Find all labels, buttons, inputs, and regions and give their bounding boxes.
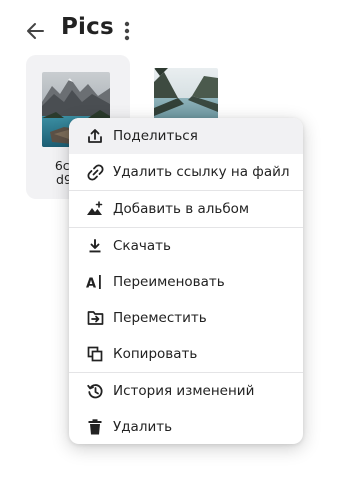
copy-icon bbox=[86, 345, 104, 363]
trash-icon bbox=[86, 418, 104, 436]
menu-item-history[interactable]: История изменений bbox=[69, 373, 303, 409]
menu-item-label: Удалить ссылку на файл bbox=[113, 164, 290, 180]
menu-item-add-to-album[interactable]: Добавить в альбом bbox=[69, 191, 303, 227]
more-button[interactable] bbox=[116, 18, 138, 44]
menu-item-label: Добавить в альбом bbox=[113, 201, 250, 217]
menu-item-label: История изменений bbox=[113, 383, 255, 399]
menu-item-share[interactable]: Поделиться bbox=[69, 118, 303, 154]
menu-item-label: Поделиться bbox=[113, 128, 198, 144]
share-icon bbox=[86, 127, 104, 145]
unlink-icon bbox=[86, 163, 104, 181]
menu-item-label: Скачать bbox=[113, 238, 171, 254]
add-to-album-icon bbox=[86, 200, 104, 218]
menu-item-download[interactable]: Скачать bbox=[69, 228, 303, 264]
rename-icon: A bbox=[86, 273, 104, 291]
menu-item-rename[interactable]: A Переименовать bbox=[69, 264, 303, 300]
svg-text:A: A bbox=[86, 277, 96, 291]
back-button[interactable] bbox=[22, 18, 48, 44]
header: Pics bbox=[0, 0, 354, 60]
menu-item-copy[interactable]: Копировать bbox=[69, 336, 303, 372]
menu-item-remove-link[interactable]: Удалить ссылку на файл bbox=[69, 154, 303, 190]
menu-item-label: Удалить bbox=[113, 419, 173, 435]
page-title: Pics bbox=[61, 14, 114, 40]
context-menu: Поделиться Удалить ссылку на файл Добави… bbox=[69, 118, 303, 444]
arrow-left-icon bbox=[27, 23, 44, 39]
page: Pics Поделиться Удалить ссылку на файл Д… bbox=[0, 0, 354, 481]
menu-item-label: Переименовать bbox=[113, 274, 225, 290]
menu-item-label: Переместить bbox=[113, 310, 207, 326]
move-icon bbox=[86, 309, 104, 327]
history-icon bbox=[86, 382, 104, 400]
menu-item-delete[interactable]: Удалить bbox=[69, 409, 303, 444]
menu-item-label: Копировать bbox=[113, 346, 198, 362]
menu-item-move[interactable]: Переместить bbox=[69, 300, 303, 336]
download-icon bbox=[86, 237, 104, 255]
more-vertical-icon bbox=[124, 21, 130, 41]
file-tile[interactable] bbox=[141, 55, 231, 128]
